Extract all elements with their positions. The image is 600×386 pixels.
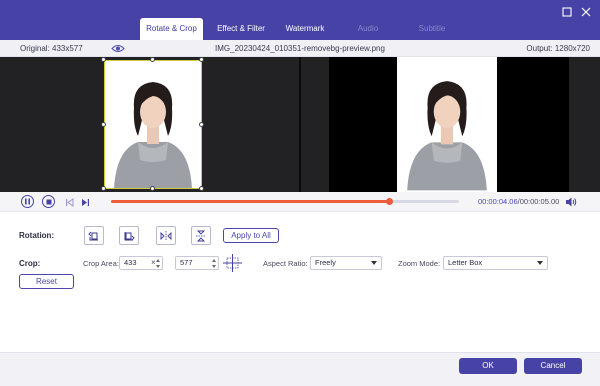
zoom-mode-select[interactable]: Letter Box [443, 256, 548, 270]
progress-knob[interactable] [385, 198, 393, 205]
chevron-down-icon [537, 261, 543, 265]
crop-handle-top-left[interactable] [101, 57, 106, 62]
crop-width-value: 433 [124, 258, 137, 267]
playback-controls: 00:00:04.06/00:00:05.00 [0, 192, 600, 212]
output-preview [301, 57, 600, 192]
center-crop-icon[interactable] [223, 254, 242, 272]
volume-icon[interactable] [565, 196, 577, 208]
total-time: /00:00:05.00 [517, 197, 560, 206]
current-time: 00:00:04.06 [478, 197, 518, 206]
close-button[interactable] [579, 5, 593, 19]
rotate-right-icon [124, 231, 135, 240]
flip-horizontal-button[interactable] [156, 226, 176, 245]
stop-button[interactable] [42, 195, 55, 208]
footer: OK Cancel [0, 352, 600, 386]
skip-back-icon [65, 197, 73, 207]
stop-icon [46, 199, 51, 204]
pause-button[interactable] [21, 195, 34, 208]
crop-handle-top-right[interactable] [199, 57, 204, 62]
crop-handle-bottom-right[interactable] [199, 186, 204, 191]
reset-button[interactable]: Reset [19, 274, 74, 289]
tab-subtitle: Subtitle [418, 24, 446, 33]
aspect-ratio-value: Freely [315, 258, 336, 267]
crop-handle-bottom[interactable] [150, 186, 155, 191]
aspect-ratio-select[interactable]: Freely [310, 256, 382, 270]
chevron-down-icon [371, 261, 377, 265]
ok-button[interactable]: OK [459, 358, 517, 374]
tab-audio: Audio [357, 24, 379, 33]
aspect-ratio-label: Aspect Ratio: [263, 259, 308, 268]
output-size-label: Output: 1280x720 [526, 44, 590, 53]
person-photo-output [407, 81, 487, 191]
tab-effect-filter[interactable]: Effect & Filter [210, 18, 272, 40]
tab-rotate-crop[interactable]: Rotate & Crop [140, 18, 203, 40]
rotate-right-button[interactable] [119, 226, 139, 245]
cancel-button[interactable]: Cancel [524, 358, 582, 374]
output-image [397, 57, 497, 192]
info-bar: Original: 433x577 IMG_20230424_010351-re… [0, 40, 600, 57]
times-sign: × [151, 258, 156, 267]
progress-track[interactable] [111, 198, 459, 205]
original-preview [0, 57, 299, 192]
maximize-button[interactable] [560, 5, 574, 19]
tab-watermark[interactable]: Watermark [279, 18, 331, 40]
tab-bar: Rotate & Crop Effect & Filter Watermark … [0, 0, 600, 40]
flip-vertical-button[interactable] [191, 226, 211, 245]
pause-icon [25, 198, 30, 205]
rotate-left-icon [88, 231, 98, 240]
crop-handle-bottom-left[interactable] [101, 186, 106, 191]
rotation-label: Rotation: [19, 231, 55, 240]
crop-handle-top[interactable] [150, 57, 155, 62]
flip-horizontal-icon [160, 230, 172, 241]
zoom-mode-label: Zoom Mode: [398, 259, 441, 268]
preview-area [0, 57, 600, 192]
skip-forward-icon [81, 198, 89, 206]
crop-label: Crop: [19, 259, 41, 268]
progress-fill [111, 200, 390, 203]
file-name: IMG_20230424_010351-removebg-preview.png [215, 44, 385, 53]
skip-back-button[interactable] [63, 196, 75, 208]
maximize-icon [562, 7, 572, 17]
close-icon [581, 7, 591, 17]
flip-vertical-icon [196, 230, 206, 241]
crop-handle-right[interactable] [199, 122, 204, 127]
rotate-left-button[interactable] [84, 226, 104, 245]
zoom-mode-value: Letter Box [448, 258, 483, 267]
crop-height-input[interactable]: 577 [175, 256, 219, 270]
crop-height-stepper[interactable] [211, 259, 216, 268]
crop-frame[interactable] [104, 60, 202, 189]
crop-area-label: Crop Area: [83, 259, 119, 268]
crop-height-value: 577 [180, 258, 193, 267]
crop-width-input[interactable]: 433 [119, 256, 163, 270]
skip-forward-button[interactable] [79, 196, 91, 208]
crop-handle-left[interactable] [101, 122, 106, 127]
apply-to-all-button[interactable]: Apply to All [223, 228, 279, 243]
time-display: 00:00:04.06/00:00:05.00 [478, 197, 559, 206]
